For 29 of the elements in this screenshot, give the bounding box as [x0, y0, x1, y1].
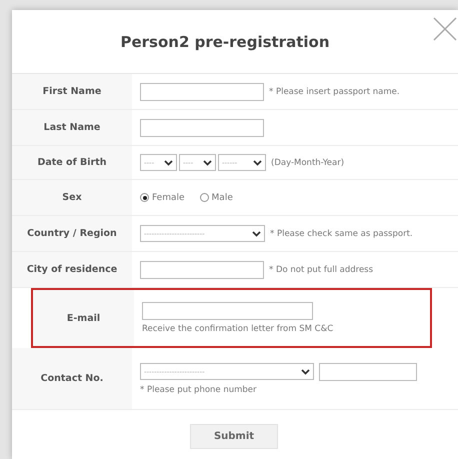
chevron-down-icon	[301, 368, 310, 374]
email-field[interactable]	[142, 302, 313, 320]
hint-text: * Please insert passport name.	[269, 86, 400, 96]
text-field[interactable]	[140, 260, 264, 278]
chevron-down-icon	[253, 160, 262, 166]
hint-text: (Day-Month-Year)	[271, 158, 344, 168]
text-field[interactable]	[140, 118, 264, 136]
hint-text: * Do not put full address	[269, 264, 374, 274]
hint-text: * Please check same as passport.	[270, 228, 413, 238]
radio-option[interactable]: Female	[140, 192, 185, 202]
close-button[interactable]	[432, 16, 458, 42]
chevron-down-icon	[252, 230, 261, 236]
field-label: E-mail	[33, 290, 134, 346]
phone-field[interactable]	[319, 362, 417, 380]
radio-option[interactable]: Male	[200, 192, 233, 202]
dialog-title: Person2 pre-registration	[120, 32, 330, 50]
hint-text: * Please put phone number	[140, 384, 258, 394]
submit-button[interactable]: Submit	[190, 424, 278, 449]
field-label: First Name	[12, 74, 132, 109]
field-label: Contact No.	[12, 348, 132, 409]
chevron-down-icon	[164, 160, 173, 166]
field-label: City of residence	[12, 252, 132, 287]
field-label: Country / Region	[12, 216, 132, 251]
field-label: Date of Birth	[12, 146, 132, 179]
field-label: Sex	[12, 180, 132, 215]
field-label: Last Name	[12, 110, 132, 145]
hint-text: Receive the confirmation letter from SM C&C	[142, 324, 334, 334]
chevron-down-icon	[203, 160, 212, 166]
text-field[interactable]	[140, 82, 264, 100]
